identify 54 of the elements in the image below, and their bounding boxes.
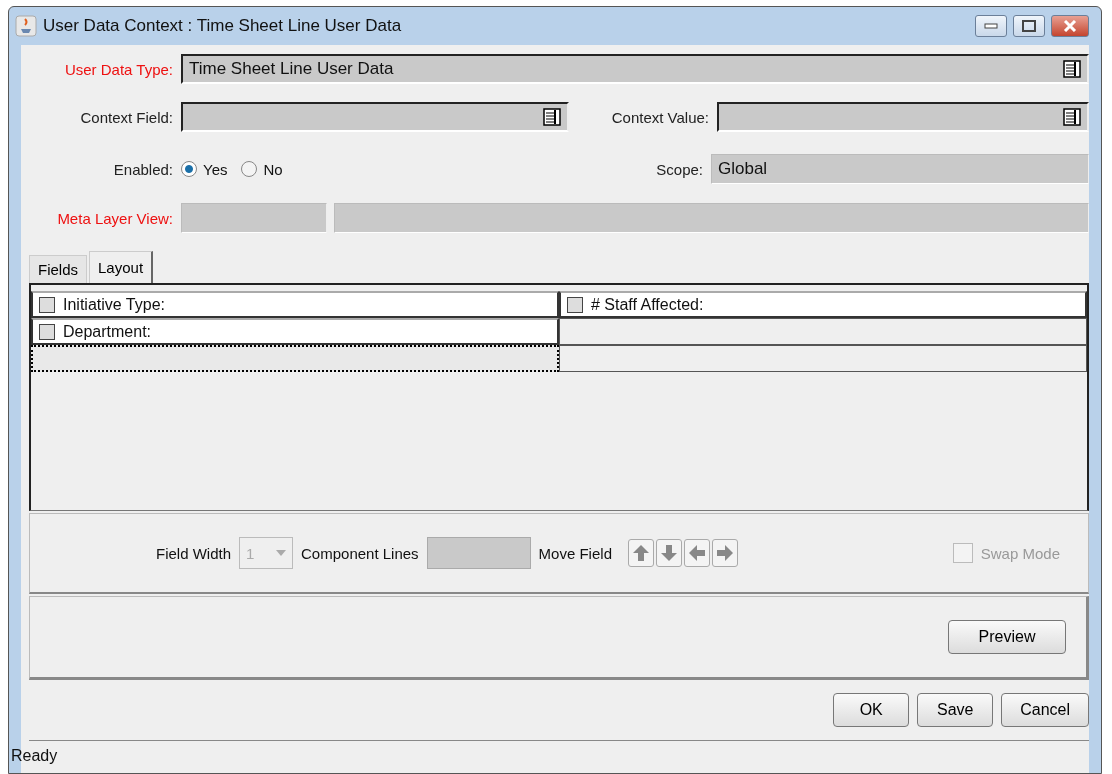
layout-cell[interactable]: Department: xyxy=(31,318,559,345)
context-field[interactable] xyxy=(181,102,569,132)
caret-icon xyxy=(276,550,287,556)
radio-option[interactable]: No xyxy=(241,160,283,178)
toolbar-label: Move Field xyxy=(538,544,612,562)
layout-cell[interactable]: # Staff Affected: xyxy=(559,291,1087,318)
dialog-button[interactable]: Cancel xyxy=(1001,693,1089,727)
down-arrow-button[interactable] xyxy=(655,539,682,567)
table-icon[interactable] xyxy=(1063,108,1081,126)
user-data-type-field[interactable]: Time Sheet Line User Data xyxy=(181,54,1089,84)
tab[interactable]: Fields xyxy=(29,255,87,283)
right-arrow-button[interactable] xyxy=(711,539,738,567)
preview-button[interactable]: Preview xyxy=(948,620,1066,654)
field-label: Context Value: xyxy=(610,108,710,126)
minimize-button[interactable] xyxy=(975,15,1007,37)
field-label: Context Field: xyxy=(79,108,174,126)
checkbox[interactable] xyxy=(567,296,583,313)
left-arrow-button[interactable] xyxy=(683,539,710,567)
status-text: Ready xyxy=(10,746,59,765)
close-button[interactable] xyxy=(1051,15,1089,37)
dialog-button[interactable]: OK xyxy=(833,693,910,727)
meta-layer-field[interactable] xyxy=(334,203,1089,233)
up-arrow-button[interactable] xyxy=(627,539,654,567)
maximize-icon xyxy=(1022,20,1036,32)
cell-label: # Staff Affected: xyxy=(591,295,704,314)
table-icon[interactable] xyxy=(1063,60,1081,78)
checkbox[interactable] xyxy=(39,323,55,340)
checkbox[interactable] xyxy=(39,296,55,313)
component-lines-field[interactable] xyxy=(426,537,531,569)
scope-field: Global xyxy=(711,154,1089,184)
maximize-button[interactable] xyxy=(1013,15,1045,37)
minimize-icon xyxy=(984,23,998,29)
toolbar-label: Field Width xyxy=(156,544,232,562)
arrow-icon xyxy=(687,544,706,562)
app-icon xyxy=(15,15,37,37)
arrow-icon xyxy=(631,544,650,562)
cell-label: Department: xyxy=(63,322,152,341)
context-value-field[interactable] xyxy=(717,102,1089,132)
window-title: User Data Context : Time Sheet Line User Data xyxy=(43,16,403,36)
field-label: User Data Type: xyxy=(63,60,174,78)
radio-option[interactable]: Yes xyxy=(181,160,228,178)
tab[interactable]: Layout xyxy=(89,251,154,283)
layout-cell[interactable]: Initiative Type: xyxy=(31,291,559,318)
field-label: Scope: xyxy=(656,160,704,178)
table-icon[interactable] xyxy=(543,108,561,126)
cell-label: Initiative Type: xyxy=(63,295,165,314)
arrow-icon xyxy=(659,544,678,562)
arrow-icon xyxy=(715,544,734,562)
close-icon xyxy=(1063,20,1077,32)
field-label: Meta Layer View: xyxy=(56,209,174,227)
field-label: Enabled: xyxy=(112,160,174,178)
meta-layer-field[interactable] xyxy=(181,203,327,233)
dialog-button[interactable]: Save xyxy=(917,693,994,727)
toolbar-label: Component Lines xyxy=(301,544,419,562)
